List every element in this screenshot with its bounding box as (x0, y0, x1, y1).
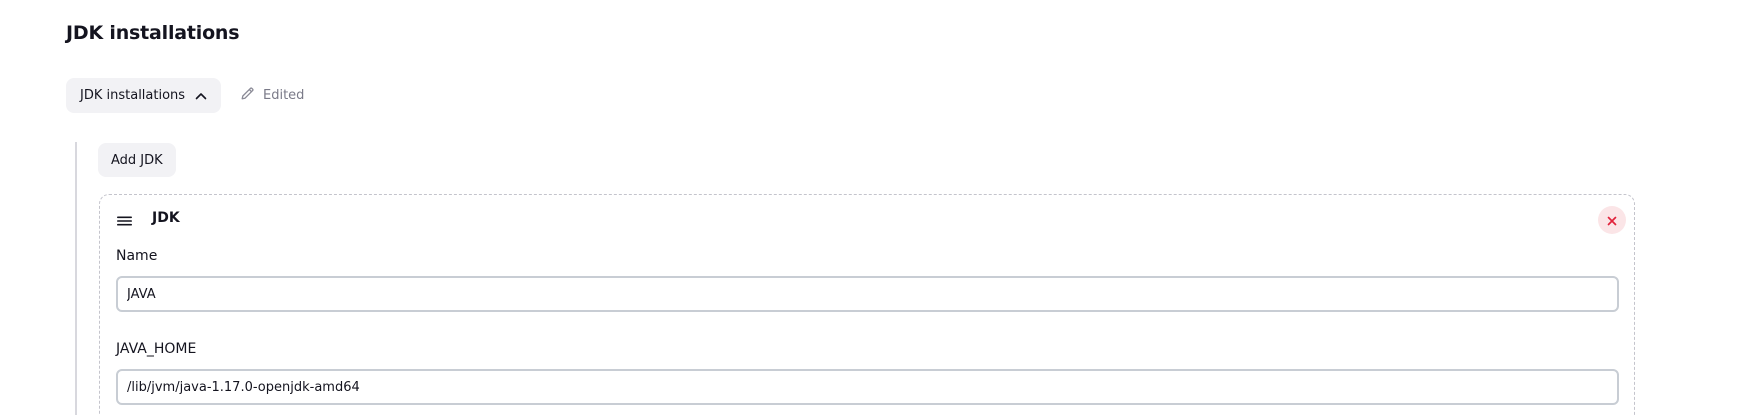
jdk-installations-toggle-button[interactable]: JDK installations (66, 78, 222, 113)
add-jdk-button[interactable]: Add JDK (98, 143, 176, 177)
drag-handle-icon[interactable] (116, 213, 134, 227)
name-field-label: Name (116, 248, 158, 264)
java-home-field-label: JAVA_HOME (116, 341, 197, 357)
pencil-icon (240, 86, 255, 105)
close-icon (1607, 211, 1617, 230)
name-input[interactable] (116, 276, 1619, 312)
section-title: JDK installations (66, 22, 240, 44)
chevron-up-icon (195, 92, 207, 100)
jdk-installations-page: JDK installations JDK installations Edit… (0, 0, 1744, 415)
nested-section-rule (75, 142, 77, 415)
jdk-item-title: JDK (152, 210, 180, 226)
edited-label: Edited (263, 88, 305, 103)
edited-status: Edited (240, 86, 304, 105)
java-home-input[interactable] (116, 369, 1619, 405)
delete-jdk-button[interactable] (1598, 206, 1626, 234)
toggle-button-label: JDK installations (80, 88, 186, 103)
